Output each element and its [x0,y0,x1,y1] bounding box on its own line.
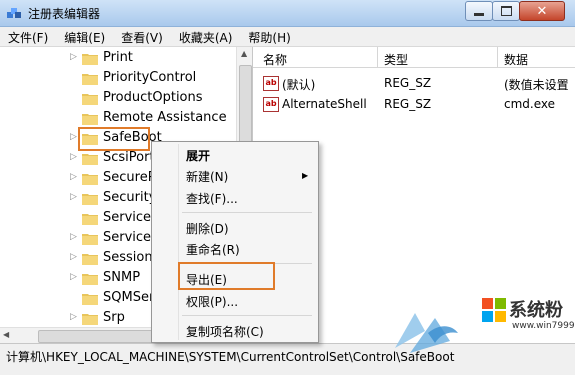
close-icon: ✕ [536,3,548,19]
regedit-icon [7,8,21,18]
expand-arrow-icon[interactable]: ▷ [70,52,77,62]
tree-item-label: SecureP [103,170,156,185]
tree-item-productoptions[interactable]: ProductOptions [0,88,236,108]
expand-arrow-icon[interactable]: ▷ [70,312,77,322]
expand-arrow-icon[interactable]: ▷ [70,272,77,282]
safeboot-highlight [78,127,150,151]
value-data: (数值未设置 [504,78,569,92]
string-value-icon: ab [263,76,279,91]
folder-icon [82,152,98,165]
watermark-bird-icon [395,313,458,353]
menu-item-copy-key-name[interactable]: 复制项名称(C) [186,323,264,340]
menu-item-rename[interactable]: 重命名(R) [186,241,240,258]
menu-bar: 文件(F) 编辑(E) 查看(V) 收藏夹(A) 帮助(H) [0,27,575,47]
menu-separator [182,212,312,213]
folder-icon [82,212,98,225]
menu-item-delete[interactable]: 删除(D) [186,220,229,237]
list-header: 名称 类型 数据 [253,47,575,68]
tree-item-label: ProductOptions [103,90,203,105]
expand-arrow-icon[interactable]: ▷ [70,192,77,202]
folder-icon [82,192,98,205]
value-name: AlternateShell [282,97,367,111]
folder-icon [82,312,98,325]
close-button[interactable]: ✕ [519,1,565,21]
menu-item-new[interactable]: 新建(N) [186,168,228,185]
tree-item-label: SNMP [103,270,141,285]
folder-icon [82,92,98,105]
tree-item-label: ScsiPort [103,150,155,165]
value-type: REG_SZ [384,76,432,90]
watermark-brand: 系统粉 [509,300,563,321]
tree-horizontal-scroll-thumb[interactable] [38,330,160,343]
scroll-up-icon[interactable]: ▲ [241,49,247,58]
maximize-icon [500,6,512,16]
menu-item-expand[interactable]: 展开 [186,147,210,164]
value-row[interactable]: ab (默认) REG_SZ (数值未设置 [253,73,575,93]
registry-path: 计算机\HKEY_LOCAL_MACHINE\SYSTEM\CurrentCon… [6,350,455,364]
column-divider[interactable] [377,47,378,67]
value-name: (默认) [282,78,316,92]
menu-favorites[interactable]: 收藏夹(A) [171,27,241,46]
windows-logo-icon [482,298,506,322]
column-divider[interactable] [497,47,498,67]
watermark-logo: 系统粉 www.win7999.com [390,295,575,374]
menu-item-find[interactable]: 查找(F)... [186,190,238,207]
column-name[interactable]: 名称 [263,51,287,68]
submenu-arrow-icon: ▶ [302,171,309,180]
folder-icon [82,112,98,125]
menu-separator [182,315,312,316]
expand-arrow-icon[interactable]: ▷ [70,252,77,262]
minimize-button[interactable] [465,1,493,21]
export-highlight [178,262,275,290]
folder-icon [82,172,98,185]
title-bar: 注册表编辑器 ✕ [0,0,575,27]
maximize-button[interactable] [492,1,520,21]
folder-icon [82,292,98,305]
context-menu: 展开 新建(N) ▶ 查找(F)... 删除(D) 重命名(R) 导出(E) 权… [151,141,319,343]
tree-item-remote-assistance[interactable]: Remote Assistance [0,108,236,128]
tree-item-label: Srp [103,310,125,325]
folder-icon [82,72,98,85]
menu-gutter [178,144,179,340]
menu-file[interactable]: 文件(F) [0,27,56,46]
folder-icon [82,52,98,65]
scroll-left-icon[interactable]: ◀ [3,330,9,339]
expand-arrow-icon[interactable]: ▷ [70,232,77,242]
menu-view[interactable]: 查看(V) [113,27,171,46]
tree-item-prioritycontrol[interactable]: PriorityControl [0,68,236,88]
tree-item-label: Remote Assistance [103,110,227,125]
column-type[interactable]: 类型 [384,51,408,68]
menu-help[interactable]: 帮助(H) [240,27,298,46]
minimize-icon [474,12,484,16]
expand-arrow-icon[interactable]: ▷ [70,132,77,142]
folder-icon [82,232,98,245]
tree-item-label: Session [103,250,153,265]
expand-arrow-icon[interactable]: ▷ [70,172,77,182]
window-title: 注册表编辑器 [28,7,101,21]
folder-icon [82,272,98,285]
expand-arrow-icon[interactable]: ▷ [70,152,77,162]
value-type: REG_SZ [384,97,432,111]
value-row[interactable]: ab AlternateShell REG_SZ cmd.exe [253,94,575,114]
tree-item-label: PriorityControl [103,70,197,85]
menu-edit[interactable]: 编辑(E) [56,27,113,46]
column-data[interactable]: 数据 [504,51,528,68]
value-data: cmd.exe [504,97,556,111]
watermark-url: www.win7999.com [512,321,575,331]
tree-item-label: Print [103,50,133,65]
tree-item-label: SQMSer [103,290,155,305]
menu-item-permissions[interactable]: 权限(P)... [186,293,238,310]
string-value-icon: ab [263,97,279,112]
folder-icon [82,252,98,265]
tree-item-print[interactable]: ▷ Print [0,48,236,68]
